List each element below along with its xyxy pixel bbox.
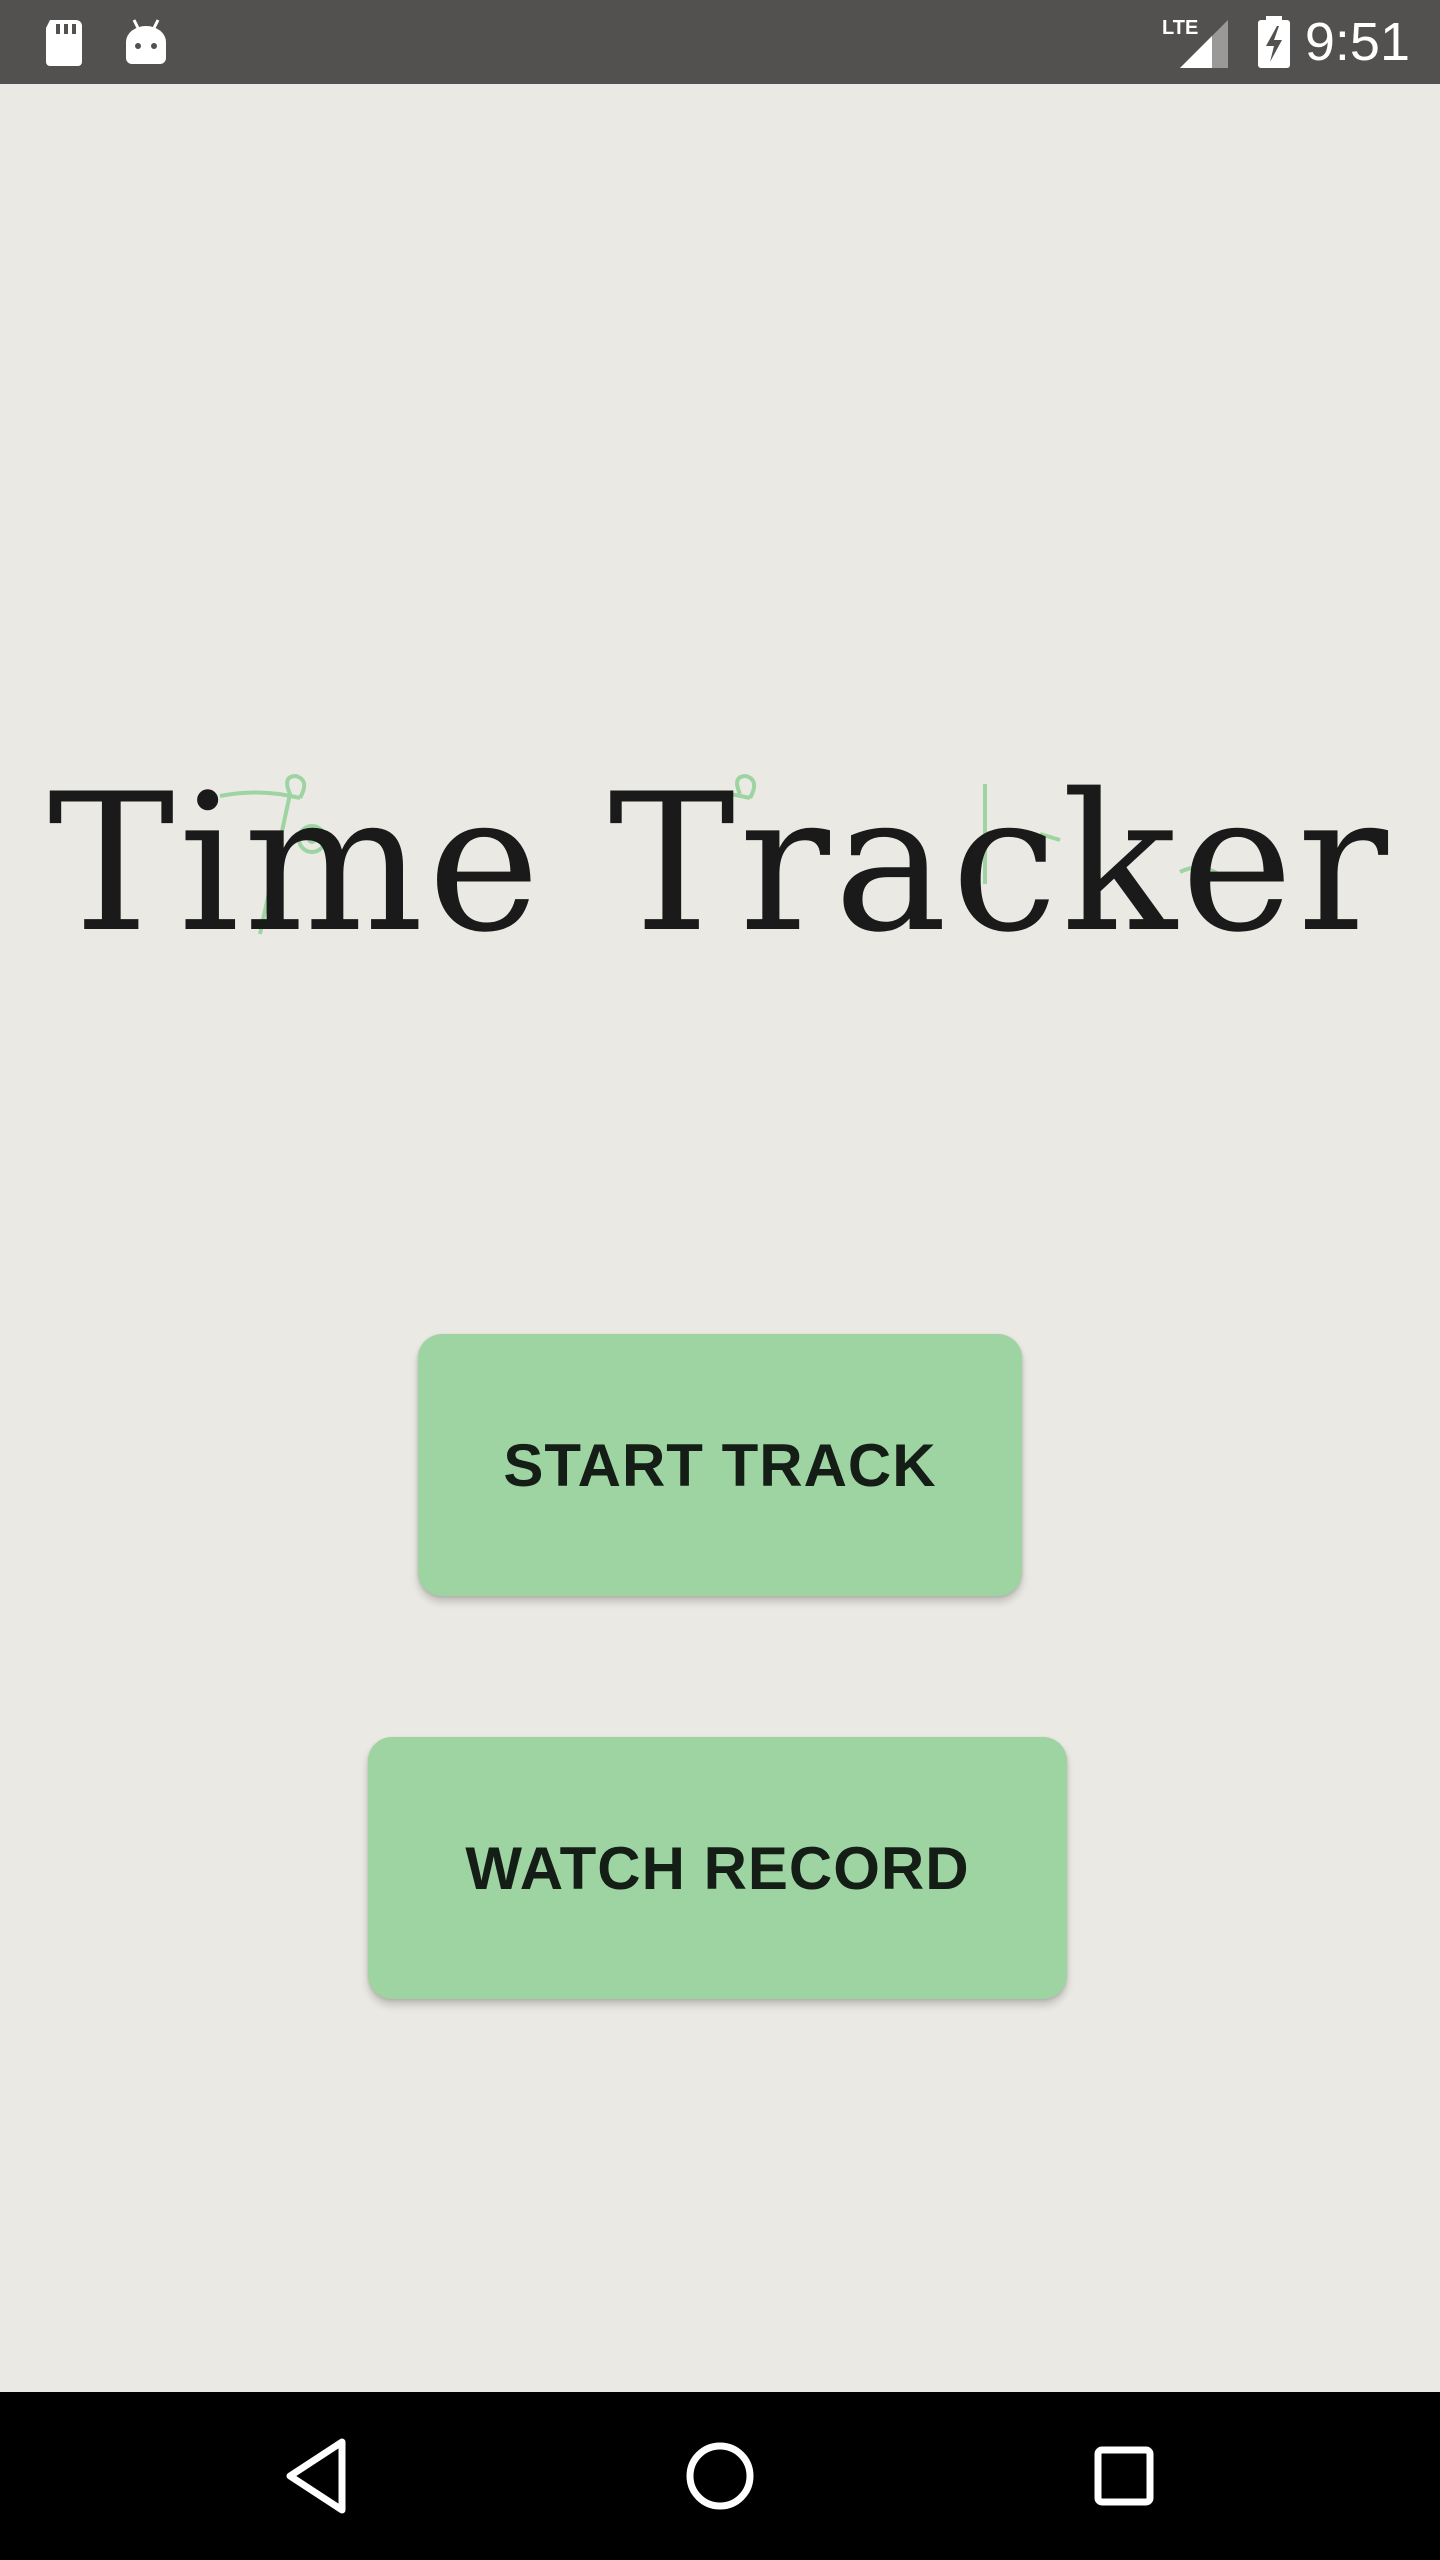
navigation-bar xyxy=(0,2392,1440,2560)
app-content: Time Tracker START TRACK WATCH RECORD xyxy=(0,84,1440,2392)
home-icon[interactable] xyxy=(670,2426,770,2526)
watch-record-button[interactable]: WATCH RECORD xyxy=(368,1737,1067,1999)
sd-card-icon xyxy=(46,20,82,66)
svg-text:LTE: LTE xyxy=(1162,17,1198,39)
back-icon[interactable] xyxy=(266,2426,366,2526)
title-area: Time Tracker xyxy=(0,684,1440,1024)
app-title: Time Tracker xyxy=(47,753,1393,974)
lte-signal-icon: LTE xyxy=(1162,17,1228,68)
android-icon xyxy=(126,19,166,64)
status-bar: LTE 9:51 xyxy=(0,0,1440,84)
recents-icon[interactable] xyxy=(1074,2426,1174,2526)
battery-charging-icon xyxy=(1258,16,1290,68)
status-time: 9:51 xyxy=(1304,12,1410,72)
start-track-button[interactable]: START TRACK xyxy=(418,1334,1022,1596)
